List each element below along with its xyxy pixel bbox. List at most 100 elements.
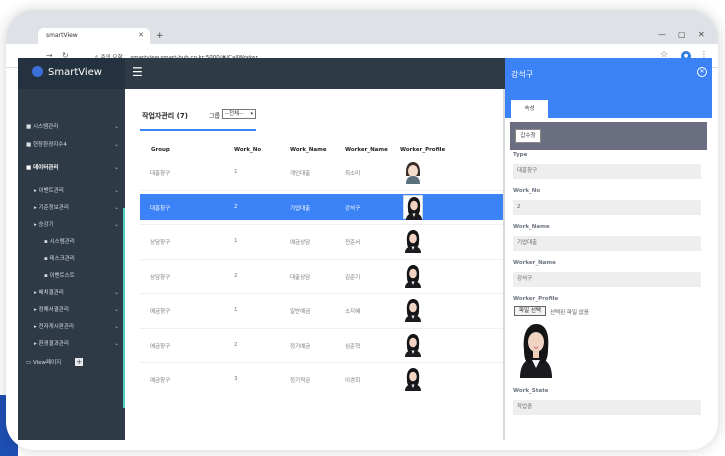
sidebar-item[interactable]: ▸ 기준정보관리 ⌄ [18,200,125,216]
column-header-group[interactable]: Group [151,147,170,153]
edit-button[interactable]: 갑수정 [515,129,541,143]
chevron-down-icon: ⌄ [113,306,119,313]
sidebar-item[interactable]: ▸ 승강기 ⌄ [18,217,125,233]
table-cell: 개인대출 [290,171,311,177]
file-status-text: 선택된 파일 없음 [550,310,589,316]
sidebar-item-label: 현장환경지수4 [32,142,67,148]
table-cell: 예금창구 [150,343,171,350]
sidebar-item[interactable]: ▪ 시스템관리 [18,234,125,250]
field-worker-name[interactable]: 강석구 [513,272,701,287]
menu-icon: ■ [26,142,33,148]
file-select-button[interactable]: 파일 선택 [514,306,546,316]
column-header-work-no[interactable]: Work_No [234,147,261,153]
table-row[interactable]: 예금창구 1 일반예금 소지혜 [140,297,505,323]
table-row[interactable]: 대흥창구 1 개인대출 최소미 [140,159,505,185]
sidebar-item[interactable]: ■ 데이터관리 ⌄ [18,160,125,176]
table-row[interactable]: 대흥창구 2 기업대출 강석구 [140,193,505,220]
browser-tab-title: smartView [46,32,78,39]
maximize-icon[interactable]: ▢ [678,30,686,39]
sidebar-item-label: 환경결과관리 [38,341,69,347]
table-row[interactable]: 예금창구 3 정기적금 이경희 [140,366,505,392]
row-divider [140,327,505,329]
table-cell: 2 [234,203,238,210]
field-work-state[interactable]: 작업중 [513,400,701,415]
worker-avatar [403,367,423,391]
worker-avatar [403,229,423,253]
field-label-work-no: Work_No [513,188,541,194]
row-divider [140,189,505,191]
sidebar-item[interactable]: ▪ 테스크관리 [18,251,125,267]
hamburger-menu-icon[interactable]: ☰ [132,65,143,79]
sidebar-item-label: 이벤트관리 [38,188,64,194]
chevron-down-icon: ⌄ [113,141,119,148]
sidebar-item[interactable]: ■ 현장환경지수4 ⌄ [18,137,125,153]
field-type[interactable]: 대흥창구 [513,164,701,179]
sidebar-item[interactable]: ▭ View페이지 + [18,355,125,371]
column-header-worker-name[interactable]: Worker_Name [345,147,388,153]
chevron-down-icon: ⌄ [113,221,119,228]
worker-avatar [403,263,423,288]
sidebar-item-label: 시스템관리 [32,124,59,130]
table-cell: 심준혁 [345,343,361,350]
table-cell: 1 [234,307,238,313]
sidebar-item-label: 정해서결관리 [38,307,69,313]
sidebar-item-label: 데이터관리 [33,165,59,171]
worker-avatar [403,332,423,357]
table-cell: 대흥창구 [150,205,171,212]
group-filter-value: --전체-- [225,111,244,117]
table-cell: 예금창구 [150,378,171,384]
table-cell: 예금상담 [290,240,311,246]
sidebar-item-label: 이벤트스트 [49,273,75,279]
table-cell: 김준기 [345,274,361,281]
browser-tab[interactable]: smartView ✕ [38,28,150,44]
brand[interactable]: SmartView [18,58,125,89]
sidebar-item[interactable]: ▸ 환경결과관리 ⌄ [18,336,125,352]
tab-properties[interactable]: 속성 [511,100,548,118]
sidebar-item[interactable]: ▸ 전자게시판관리 ⌄ [18,319,125,335]
table-cell: 2 [234,272,238,279]
sidebar-item[interactable]: ■ 시스템관리 ⌄ [18,119,125,135]
sidebar-item-label: 전자게시판관리 [38,324,74,330]
sidebar-item-label: 배치결관리 [38,290,64,296]
add-view-button[interactable]: + [75,358,84,366]
table-cell: 상담창구 [150,240,171,246]
worker-avatar [403,194,423,220]
sidebar-item-label: 시스템관리 [49,239,75,245]
table-cell: 일반예금 [290,309,311,315]
column-header-worker-profile[interactable]: Worker_Profile [400,147,445,153]
group-filter-select[interactable]: --전체-- ▾ [222,109,256,119]
close-icon[interactable]: ✕ [697,67,707,77]
table-row[interactable]: 상담창구 2 대출상담 김준기 [140,263,505,289]
row-divider [140,258,505,260]
close-tab-icon[interactable]: ✕ [138,31,144,39]
sidebar-item-label: View페이지 [32,360,62,366]
panel-header: 강석구 ✕ [505,58,712,98]
chevron-down-icon: ⌄ [113,204,119,211]
worker-avatar [403,298,423,322]
field-label-worker-profile: Worker_Profile [513,296,559,302]
sidebar-item[interactable]: ▪ 이벤트스트 [18,268,125,284]
table-cell: 2 [234,341,238,348]
sidebar-item[interactable]: ▸ 배치결관리 ⌄ [18,285,125,301]
table-cell: 강석구 [345,205,361,212]
sidebar-item[interactable]: ▸ 이벤트관리 ⌄ [18,183,125,199]
row-divider [140,293,505,294]
field-work-no[interactable]: 2 [513,200,701,215]
table-cell: 예금창구 [150,309,171,315]
minimize-icon[interactable]: — [658,30,666,39]
chevron-down-icon: ⌄ [113,340,119,347]
new-tab-icon[interactable]: + [156,31,164,41]
menu-icon: ■ [26,124,33,130]
table-row[interactable]: 상담창구 1 예금상담 전준서 [140,228,505,254]
table-row[interactable]: 예금창구 2 정기예금 심준혁 [140,332,505,358]
chevron-down-icon: ⌄ [113,289,119,296]
column-header-work-name[interactable]: Work_Name [290,147,327,153]
field-work-name[interactable]: 기업대출 [513,236,701,251]
sidebar-item[interactable]: ▸ 정해서결관리 ⌄ [18,302,125,318]
table-cell: 1 [234,169,238,175]
sidebar: SmartView ■ 시스템관리 ⌄ ■ 현장환경지수4 ⌄ ■ 데이터관리 ⌄ ▸ 이벤… [18,58,126,440]
close-window-icon[interactable]: ✕ [698,30,705,39]
sidebar-item-label: 승강기 [38,222,54,228]
table-cell: 정기예금 [290,343,311,350]
table-cell: 대출상담 [290,274,311,281]
